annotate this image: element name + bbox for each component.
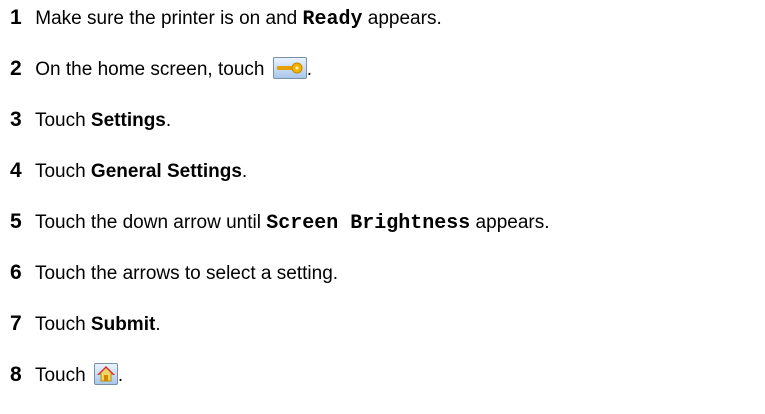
step-text-end: appears. bbox=[362, 8, 442, 29]
step-number: 7 bbox=[10, 312, 22, 335]
step-text-end: . bbox=[165, 110, 172, 131]
home-icon bbox=[93, 362, 118, 385]
step-text: Make sure the printer is on and bbox=[35, 8, 303, 29]
step-number: 5 bbox=[10, 210, 22, 233]
step-text-end: . bbox=[155, 314, 161, 335]
key-icon bbox=[272, 56, 307, 79]
step-number: 1 bbox=[10, 6, 22, 29]
step-text-end: . bbox=[306, 59, 313, 80]
display-message: Screen Brightness bbox=[266, 212, 471, 235]
step-5: 5 Touch the down arrow until Screen Brig… bbox=[10, 207, 550, 237]
ui-label: Submit bbox=[90, 314, 156, 335]
display-message: Ready bbox=[302, 8, 363, 31]
step-7: 7 Touch Submit. bbox=[10, 309, 161, 339]
step-text: Touch the down arrow until bbox=[34, 212, 267, 233]
step-2: 2 On the home screen, touch . bbox=[10, 54, 312, 84]
step-1: 1 Make sure the printer is on and Ready … bbox=[10, 3, 442, 33]
step-8: 8 Touch . bbox=[10, 360, 123, 390]
step-4: 4 Touch General Settings. bbox=[10, 156, 247, 186]
step-text: Touch bbox=[34, 365, 91, 386]
step-6: 6 Touch the arrows to select a setting. bbox=[10, 258, 338, 288]
step-text: Touch bbox=[34, 314, 91, 335]
step-text: Touch bbox=[34, 161, 91, 182]
step-text-end: appears. bbox=[470, 212, 550, 233]
step-number: 2 bbox=[10, 57, 22, 80]
step-number: 4 bbox=[10, 159, 22, 182]
step-number: 8 bbox=[10, 363, 22, 386]
step-text-end: . bbox=[241, 161, 248, 182]
step-3: 3 Touch Settings. bbox=[10, 105, 171, 135]
step-text: Touch the arrows to select a setting. bbox=[34, 263, 339, 284]
step-number: 6 bbox=[10, 261, 22, 284]
step-text: On the home screen, touch bbox=[35, 59, 270, 80]
ui-label: Settings bbox=[90, 110, 166, 131]
ui-label: General Settings bbox=[90, 161, 242, 182]
step-number: 3 bbox=[10, 108, 22, 131]
step-text-end: . bbox=[117, 365, 124, 386]
step-text: Touch bbox=[34, 110, 91, 131]
